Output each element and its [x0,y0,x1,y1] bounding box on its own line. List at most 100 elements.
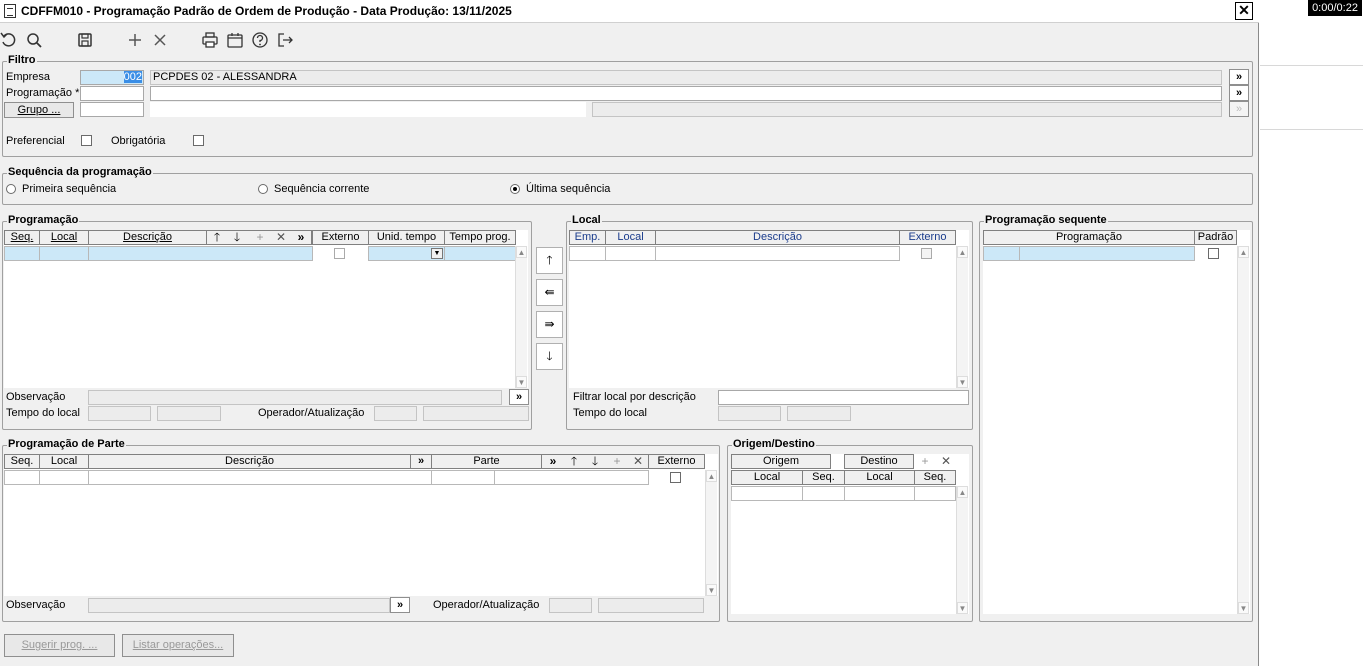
col-origem-local[interactable]: Local [731,470,803,485]
sequencia-corrente-label: Sequência corrente [274,183,370,195]
origem-destino-scrollbar[interactable]: ▲ ▼ [956,486,968,614]
empresa-code-input[interactable]: 002 [80,70,144,85]
move-down-button[interactable]: 🡓 [536,343,563,370]
col-programacao[interactable]: Programação [983,230,1195,245]
destino-local-cell[interactable] [844,486,915,501]
col-parte[interactable]: Parte [431,454,542,469]
col-unid-tempo[interactable]: Unid. tempo [368,230,445,245]
col-externo[interactable]: Externo [648,454,705,469]
programacao-tempo-prog-cell[interactable] [444,246,516,261]
close-button[interactable]: ✕ [1235,2,1253,20]
col-externo[interactable]: Externo [312,230,369,245]
grupo-button[interactable]: Grupo ... [4,102,74,118]
add-row-icon[interactable]: + [918,455,932,469]
add-row-icon[interactable]: + [253,231,267,245]
primeira-sequencia-radio[interactable] [6,184,16,194]
grupo-name-input[interactable] [150,102,586,117]
move-up-icon[interactable]: 🡑 [567,455,581,469]
parte-code-cell[interactable] [431,470,495,485]
prog-sequente-scrollbar[interactable]: ▲ ▼ [1237,246,1249,614]
undo-icon[interactable] [0,29,20,51]
more-icon[interactable]: » [294,231,308,245]
delete-row-icon[interactable]: ✕ [939,455,953,469]
local-scrollbar[interactable]: ▲ ▼ [956,246,968,388]
move-up-icon[interactable]: 🡑 [210,231,224,245]
programacao-scrollbar[interactable]: ▲ ▼ [515,246,527,388]
primeira-sequencia-label: Primeira sequência [22,183,117,195]
calendar-icon[interactable] [224,29,246,51]
col-padrao[interactable]: Padrão [1194,230,1237,245]
sugerir-prog-button[interactable]: Sugerir prog. ... [4,634,115,657]
descricao-more-button[interactable]: » [410,454,432,469]
preferencial-checkbox[interactable] [81,135,92,146]
empresa-more-button[interactable]: » [1229,69,1249,85]
padrao-checkbox[interactable] [1208,248,1219,259]
sequencia-corrente-radio[interactable] [258,184,268,194]
add-icon[interactable] [124,29,146,51]
col-emp[interactable]: Emp. [569,230,606,245]
col-local[interactable]: Local [39,230,89,245]
save-icon[interactable] [74,29,96,51]
parte-operador-label: Operador/Atualização [433,599,540,611]
delete-row-icon[interactable]: ✕ [631,455,645,469]
parte-descricao-cell[interactable] [88,470,432,485]
programacao-more-button[interactable]: » [1229,85,1249,101]
col-destino[interactable]: Destino [844,454,914,469]
move-down-icon[interactable]: 🡓 [588,455,602,469]
programacao-local-cell[interactable] [39,246,89,261]
filtrar-local-input[interactable] [718,390,969,405]
exit-icon[interactable] [274,29,296,51]
parte-more-button[interactable]: » [546,455,560,469]
col-tempo-prog[interactable]: Tempo prog. [444,230,516,245]
observacao-more-button[interactable]: » [509,389,529,405]
search-icon[interactable] [23,29,45,51]
programacao-seq-cell[interactable] [4,246,40,261]
parte-local-cell[interactable] [39,470,89,485]
col-origem-seq[interactable]: Seq. [802,470,845,485]
delete-icon[interactable] [149,29,171,51]
local-externo-checkbox[interactable] [921,248,932,259]
add-row-icon[interactable]: + [610,455,624,469]
col-seq[interactable]: Seq. [4,230,40,245]
prog-sequente-code-cell[interactable] [983,246,1020,261]
grupo-more-button[interactable]: » [1229,101,1249,117]
col-destino-seq[interactable]: Seq. [914,470,956,485]
origem-seq-cell[interactable] [802,486,845,501]
obrigatoria-checkbox[interactable] [193,135,204,146]
col-origem[interactable]: Origem [731,454,831,469]
col-descricao[interactable]: Descrição [88,230,207,245]
col-destino-local[interactable]: Local [844,470,915,485]
col-seq[interactable]: Seq. [4,454,40,469]
parte-seq-cell[interactable] [4,470,40,485]
prog-parte-scrollbar[interactable]: ▲ ▼ [705,470,717,596]
programacao-externo-checkbox[interactable] [334,248,345,259]
programacao-descricao-cell[interactable] [88,246,313,261]
col-externo[interactable]: Externo [899,230,956,245]
origem-local-cell[interactable] [731,486,803,501]
listar-operacoes-button[interactable]: Listar operações... [122,634,234,657]
move-right-button[interactable]: ⇛ [536,311,563,338]
move-down-icon[interactable]: 🡓 [230,231,244,245]
col-descricao[interactable]: Descrição [88,454,411,469]
parte-desc-cell[interactable] [494,470,649,485]
print-icon[interactable] [199,29,221,51]
ultima-sequencia-radio[interactable] [510,184,520,194]
help-icon[interactable] [249,29,271,51]
delete-row-icon[interactable]: ✕ [274,231,288,245]
programacao-code-input[interactable] [80,86,144,101]
grupo-code-input[interactable] [80,102,144,117]
local-descricao-cell[interactable] [655,246,900,261]
move-left-button[interactable]: ⇚ [536,279,563,306]
local-emp-cell[interactable] [569,246,606,261]
programacao-unid-tempo-select[interactable]: ▼ [368,246,445,261]
col-local[interactable]: Local [605,230,656,245]
parte-externo-checkbox[interactable] [670,472,681,483]
prog-sequente-desc-cell[interactable] [1019,246,1195,261]
destino-seq-cell[interactable] [914,486,956,501]
move-up-button[interactable]: 🡑 [536,247,563,274]
parte-observacao-more-button[interactable]: » [390,597,410,613]
col-local[interactable]: Local [39,454,89,469]
local-local-cell[interactable] [605,246,656,261]
programacao-description-input[interactable] [150,86,1222,101]
col-descricao[interactable]: Descrição [655,230,900,245]
